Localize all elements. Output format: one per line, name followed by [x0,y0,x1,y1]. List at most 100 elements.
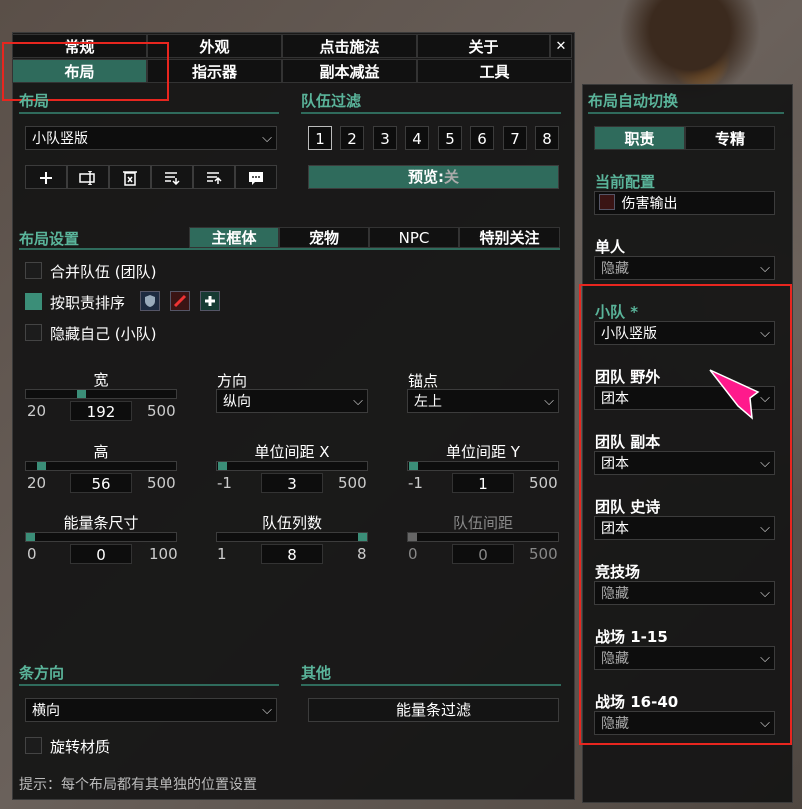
tab-spec[interactable]: 专精 [685,126,775,150]
height-label: 高 [93,443,109,461]
spacing-x-slider-thumb[interactable] [218,462,227,470]
power-size-value-input[interactable]: 0 [70,544,132,564]
tank-role-icon[interactable] [140,291,160,311]
direction-value: 纵向 [223,394,251,410]
delete-layout-button[interactable] [109,165,151,189]
chevron-down-icon: ⌵ [544,394,554,409]
width-max: 500 [147,402,176,420]
damage-role-icon[interactable] [170,291,190,311]
group-spacing-max: 500 [529,545,558,563]
spacing-y-slider-thumb[interactable] [409,462,418,470]
height-slider[interactable] [25,461,177,471]
layout-settings-heading: 布局设置 [19,230,80,248]
new-layout-button[interactable] [25,165,67,189]
close-button[interactable]: ✕ [550,34,572,58]
power-size-slider-thumb[interactable] [26,533,35,541]
rotate-texture-checkbox[interactable] [25,737,42,754]
preview-label: 预览: [407,168,444,186]
group-8-button[interactable]: 8 [535,126,559,150]
group-6-button[interactable]: 6 [470,126,494,150]
group-4-button[interactable]: 4 [405,126,429,150]
bar-direction-select[interactable]: 横向 ⌵ [25,698,277,722]
layout-heading: 布局 [19,92,50,110]
bar-direction-divider [19,684,279,686]
preview-toggle-button[interactable]: 预览:关 [308,165,559,189]
merge-groups-checkbox[interactable] [25,262,42,279]
layout-select[interactable]: 小队竖版 ⌵ [25,126,277,150]
more-icon [249,172,263,185]
spacing-x-label: 单位间距 X [254,443,330,461]
rename-icon [79,170,95,186]
current-config-value: 伤害输出 [621,196,678,212]
height-slider-thumb[interactable] [37,462,46,470]
bar-direction-value: 横向 [32,703,60,719]
subtab-npc[interactable]: NPC [369,227,459,248]
subtab-spotlight[interactable]: 特别关注 [459,227,560,248]
delete-icon [123,171,137,186]
import-layout-button[interactable] [151,165,193,189]
merge-groups-label: 合并队伍 (团队) [50,263,157,281]
group-spacing-slider [407,532,559,542]
more-button[interactable] [235,165,277,189]
width-min: 20 [27,402,47,420]
damage-role-icon [599,194,615,210]
rotate-texture-label: 旋转材质 [50,738,111,756]
group-7-button[interactable]: 7 [503,126,527,150]
group-2-button[interactable]: 2 [340,126,364,150]
height-value-input[interactable]: 56 [70,473,132,493]
hide-self-label: 隐藏自己 (小队) [50,325,157,343]
direction-select[interactable]: 纵向 ⌵ [216,389,368,413]
rename-layout-button[interactable] [67,165,109,189]
spacing-x-value-input[interactable]: 3 [261,473,323,493]
tab-role[interactable]: 职责 [594,126,685,150]
group-filter-heading: 队伍过滤 [301,92,362,110]
group-5-button[interactable]: 5 [438,126,462,150]
height-max: 500 [147,474,176,492]
tab-about[interactable]: 关于 [417,34,550,58]
auto-switch-divider [588,112,784,114]
group-1-button[interactable]: 1 [308,126,332,150]
pointer-arrow-icon [709,369,760,420]
auto-switch-row-value: 隐藏 [601,261,629,277]
group-columns-value-input[interactable]: 8 [261,544,323,564]
spacing-y-value-input[interactable]: 1 [452,473,514,493]
group-spacing-value-input: 0 [452,544,514,564]
chevron-down-icon: ⌵ [262,703,272,718]
spacing-y-min: -1 [408,474,423,492]
subtab-main-frame[interactable]: 主框体 [189,227,279,248]
width-slider[interactable] [25,389,177,399]
group-spacing-min: 0 [408,545,418,563]
tab-tools[interactable]: 工具 [417,59,572,83]
current-config-label: 当前配置 [595,173,656,191]
width-value-input[interactable]: 192 [70,401,132,421]
anchor-value: 左上 [414,394,442,410]
spacing-x-slider[interactable] [216,461,368,471]
tab-raid-debuffs[interactable]: 副本减益 [282,59,417,83]
group-3-button[interactable]: 3 [373,126,397,150]
power-size-slider[interactable] [25,532,177,542]
group-columns-slider[interactable] [216,532,368,542]
sort-by-role-checkbox[interactable] [25,293,42,310]
spacing-y-label: 单位间距 Y [446,443,520,461]
auto-switch-heading: 布局自动切换 [588,92,679,110]
direction-label: 方向 [217,372,248,390]
auto-switch-row-select[interactable]: 隐藏 ⌵ [594,256,775,280]
width-label: 宽 [93,371,109,389]
healer-role-icon[interactable] [200,291,220,311]
hide-self-checkbox[interactable] [25,324,42,341]
group-columns-slider-thumb[interactable] [358,533,367,541]
sort-by-role-label: 按职责排序 [50,294,126,312]
power-filter-button[interactable]: 能量条过滤 [308,698,559,722]
other-divider [301,684,561,686]
export-layout-button[interactable] [193,165,235,189]
tab-click-casting[interactable]: 点击施法 [282,34,417,58]
width-slider-thumb[interactable] [77,390,86,398]
plus-icon [40,172,52,184]
subtab-pets[interactable]: 宠物 [279,227,369,248]
spacing-y-slider[interactable] [407,461,559,471]
highlight-box-group-rows [579,284,792,745]
group-columns-label: 队伍列数 [261,514,322,532]
anchor-select[interactable]: 左上 ⌵ [407,389,559,413]
import-icon [165,172,180,186]
group-columns-max: 8 [357,545,367,563]
